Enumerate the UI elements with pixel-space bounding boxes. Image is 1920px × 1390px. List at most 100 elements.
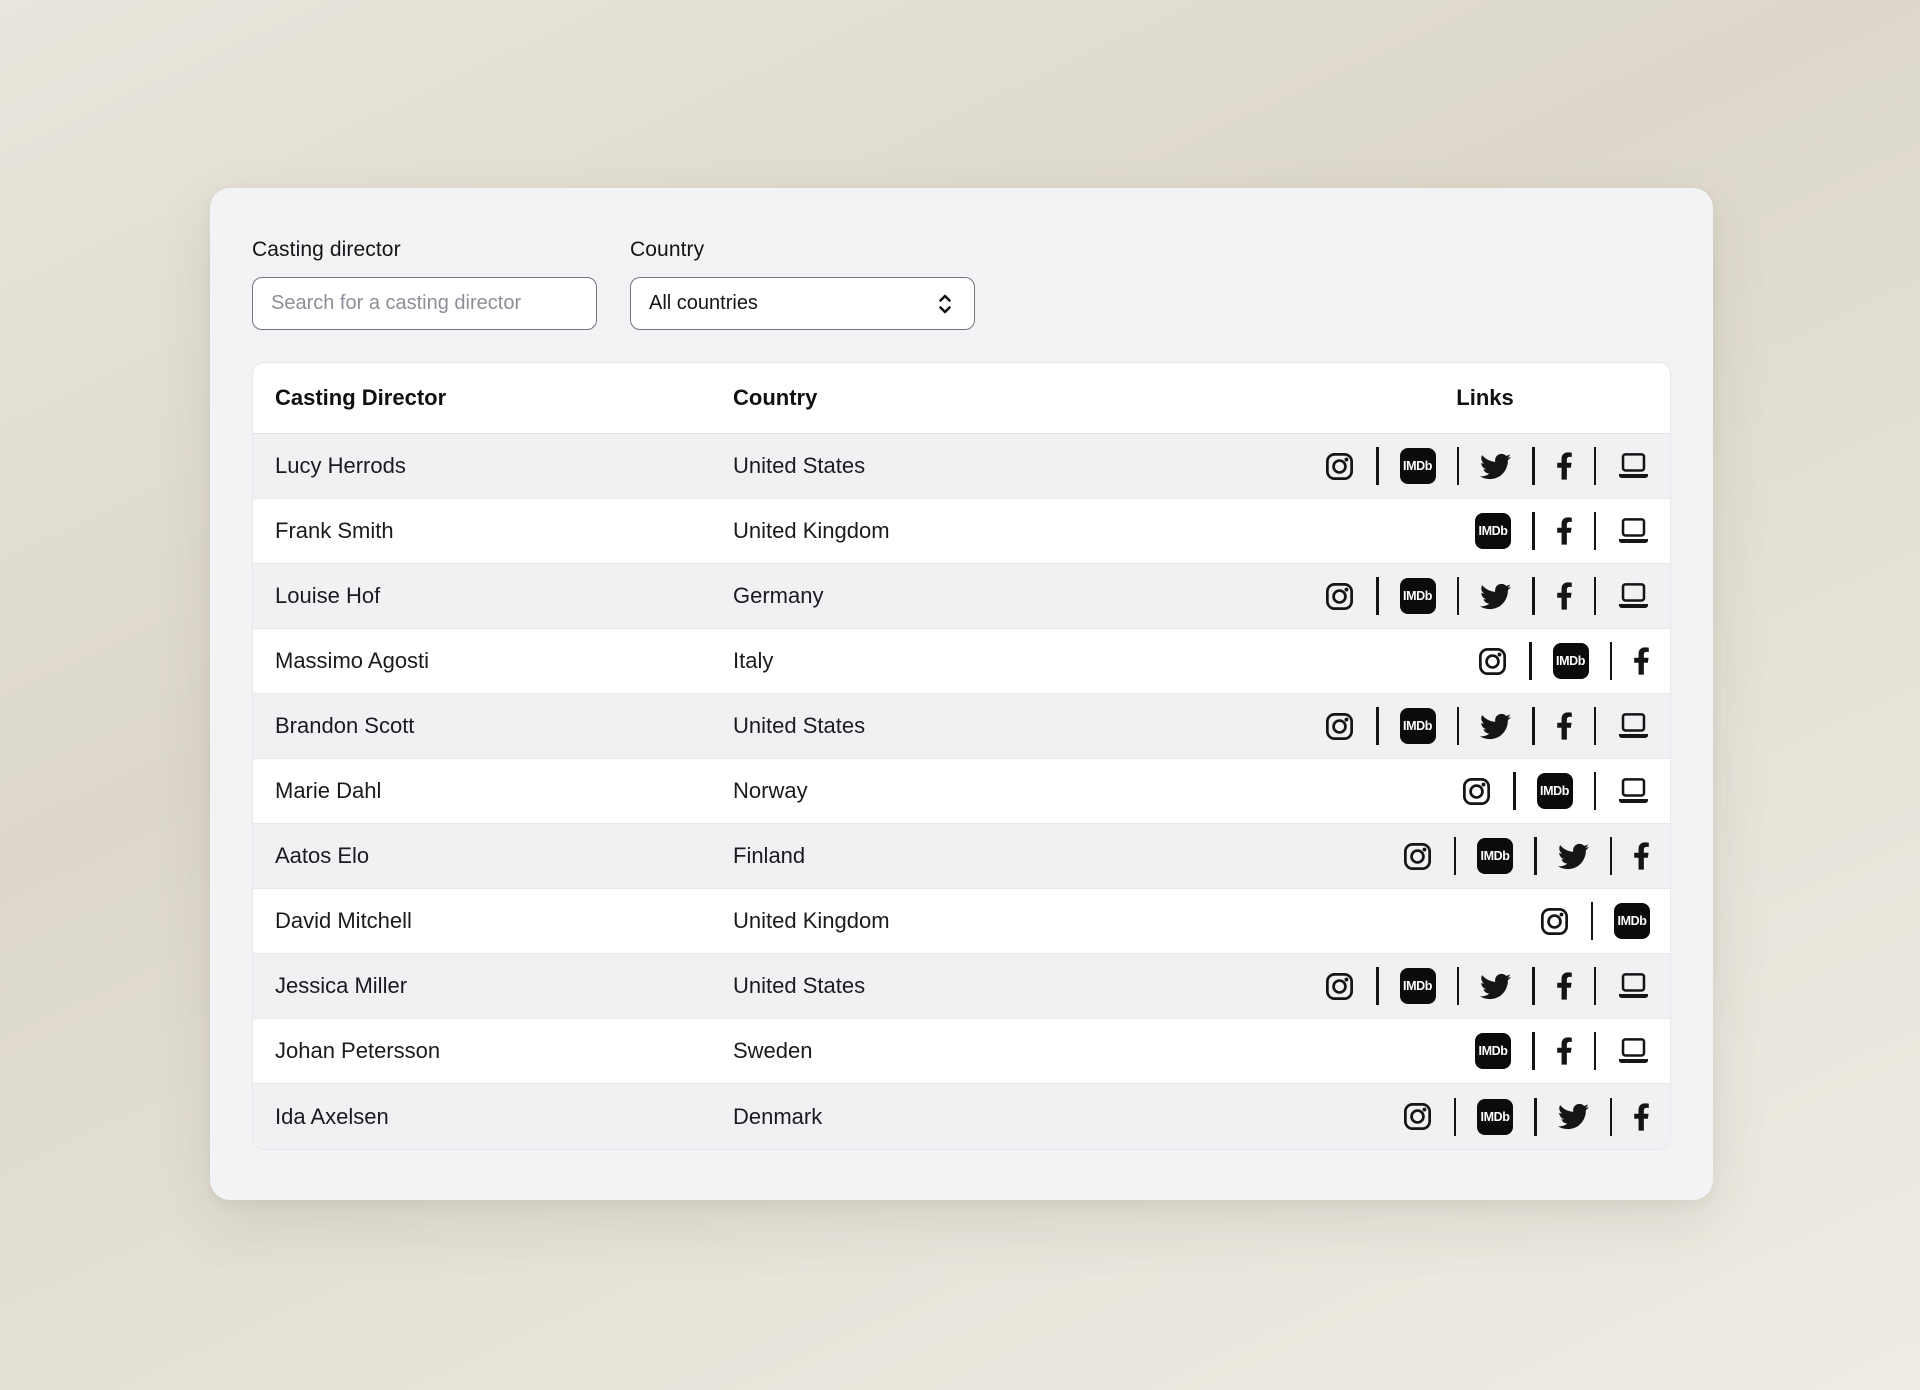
imdb-badge-label: IMDb: [1400, 578, 1436, 614]
link-divider: [1594, 967, 1597, 1005]
facebook-icon[interactable]: [1556, 451, 1573, 481]
imdb-icon[interactable]: IMDb: [1553, 643, 1589, 679]
twitter-icon[interactable]: [1480, 971, 1511, 1002]
website-icon[interactable]: [1617, 581, 1650, 611]
director-country: Italy: [733, 648, 1320, 674]
facebook-icon[interactable]: [1556, 516, 1573, 546]
imdb-icon[interactable]: IMDb: [1477, 838, 1513, 874]
facebook-icon[interactable]: [1633, 646, 1650, 676]
facebook-icon[interactable]: [1556, 971, 1573, 1001]
twitter-icon[interactable]: [1558, 1101, 1589, 1132]
link-divider: [1594, 512, 1597, 550]
imdb-icon[interactable]: IMDb: [1475, 513, 1511, 549]
table-header-row: Casting Director Country Links: [253, 363, 1670, 434]
link-divider: [1532, 577, 1535, 615]
link-divider: [1591, 902, 1594, 940]
instagram-icon[interactable]: [1402, 841, 1433, 872]
website-icon[interactable]: [1617, 971, 1650, 1001]
country-filter-label: Country: [630, 238, 975, 262]
instagram-icon[interactable]: [1539, 906, 1570, 937]
table-row: Brandon Scott United States IMDb: [253, 694, 1670, 759]
director-filter-label: Casting director: [252, 238, 597, 262]
imdb-icon[interactable]: IMDb: [1475, 1033, 1511, 1069]
director-country: Denmark: [733, 1104, 1320, 1130]
instagram-icon[interactable]: [1477, 646, 1508, 677]
imdb-icon[interactable]: IMDb: [1400, 708, 1436, 744]
instagram-icon[interactable]: [1324, 971, 1355, 1002]
imdb-badge-label: IMDb: [1477, 838, 1513, 874]
country-select[interactable]: All countries: [630, 277, 975, 330]
link-divider: [1594, 447, 1597, 485]
director-name: Brandon Scott: [275, 713, 733, 739]
twitter-icon[interactable]: [1480, 581, 1511, 612]
facebook-icon[interactable]: [1556, 581, 1573, 611]
country-filter-group: Country All countries: [630, 238, 975, 330]
imdb-icon[interactable]: IMDb: [1400, 968, 1436, 1004]
link-divider: [1454, 1098, 1457, 1136]
table-row: Marie Dahl Norway IMDb: [253, 759, 1670, 824]
instagram-icon[interactable]: [1324, 711, 1355, 742]
imdb-badge-label: IMDb: [1400, 968, 1436, 1004]
facebook-icon[interactable]: [1556, 1036, 1573, 1066]
director-filter-group: Casting director: [252, 238, 597, 330]
link-divider: [1534, 837, 1537, 875]
table-row: Massimo Agosti Italy IMDb: [253, 629, 1670, 694]
links-cell: IMDb: [1320, 447, 1650, 485]
link-divider: [1513, 772, 1516, 810]
director-name: Frank Smith: [275, 518, 733, 544]
header-links: Links: [1320, 385, 1650, 411]
link-divider: [1376, 967, 1379, 1005]
director-name: Massimo Agosti: [275, 648, 733, 674]
director-name: Lucy Herrods: [275, 453, 733, 479]
instagram-icon[interactable]: [1402, 1101, 1433, 1132]
link-divider: [1532, 967, 1535, 1005]
director-country: United Kingdom: [733, 518, 1320, 544]
links-cell: IMDb: [1320, 772, 1650, 810]
imdb-icon[interactable]: IMDb: [1614, 903, 1650, 939]
website-icon[interactable]: [1617, 711, 1650, 741]
link-divider: [1532, 447, 1535, 485]
facebook-icon[interactable]: [1556, 711, 1573, 741]
instagram-icon[interactable]: [1324, 451, 1355, 482]
link-divider: [1376, 577, 1379, 615]
link-divider: [1610, 837, 1613, 875]
director-country: Sweden: [733, 1038, 1320, 1064]
link-divider: [1457, 707, 1460, 745]
website-icon[interactable]: [1617, 516, 1650, 546]
director-search-input[interactable]: [252, 277, 597, 330]
link-divider: [1610, 1098, 1613, 1136]
facebook-icon[interactable]: [1633, 1102, 1650, 1132]
imdb-icon[interactable]: IMDb: [1537, 773, 1573, 809]
table-row: Frank Smith United Kingdom IMDb: [253, 499, 1670, 564]
imdb-icon[interactable]: IMDb: [1400, 578, 1436, 614]
website-icon[interactable]: [1617, 1036, 1650, 1066]
header-country: Country: [733, 385, 1320, 411]
casting-directors-panel: Casting director Country All countries C…: [210, 188, 1713, 1200]
director-country: United States: [733, 453, 1320, 479]
facebook-icon[interactable]: [1633, 841, 1650, 871]
links-cell: IMDb: [1320, 837, 1650, 875]
director-name: Louise Hof: [275, 583, 733, 609]
director-name: Jessica Miller: [275, 973, 733, 999]
imdb-badge-label: IMDb: [1400, 448, 1436, 484]
chevron-up-down-icon: [934, 292, 956, 316]
imdb-badge-label: IMDb: [1614, 903, 1650, 939]
twitter-icon[interactable]: [1558, 841, 1589, 872]
table-row: Louise Hof Germany IMDb: [253, 564, 1670, 629]
website-icon[interactable]: [1617, 451, 1650, 481]
filters-bar: Casting director Country All countries: [252, 238, 1671, 330]
links-cell: IMDb: [1320, 707, 1650, 745]
website-icon[interactable]: [1617, 776, 1650, 806]
imdb-icon[interactable]: IMDb: [1477, 1099, 1513, 1135]
director-country: United States: [733, 973, 1320, 999]
links-cell: IMDb: [1320, 642, 1650, 680]
link-divider: [1594, 707, 1597, 745]
director-country: Norway: [733, 778, 1320, 804]
instagram-icon[interactable]: [1324, 581, 1355, 612]
imdb-icon[interactable]: IMDb: [1400, 448, 1436, 484]
links-cell: IMDb: [1320, 577, 1650, 615]
imdb-badge-label: IMDb: [1475, 1033, 1511, 1069]
twitter-icon[interactable]: [1480, 451, 1511, 482]
instagram-icon[interactable]: [1461, 776, 1492, 807]
twitter-icon[interactable]: [1480, 711, 1511, 742]
